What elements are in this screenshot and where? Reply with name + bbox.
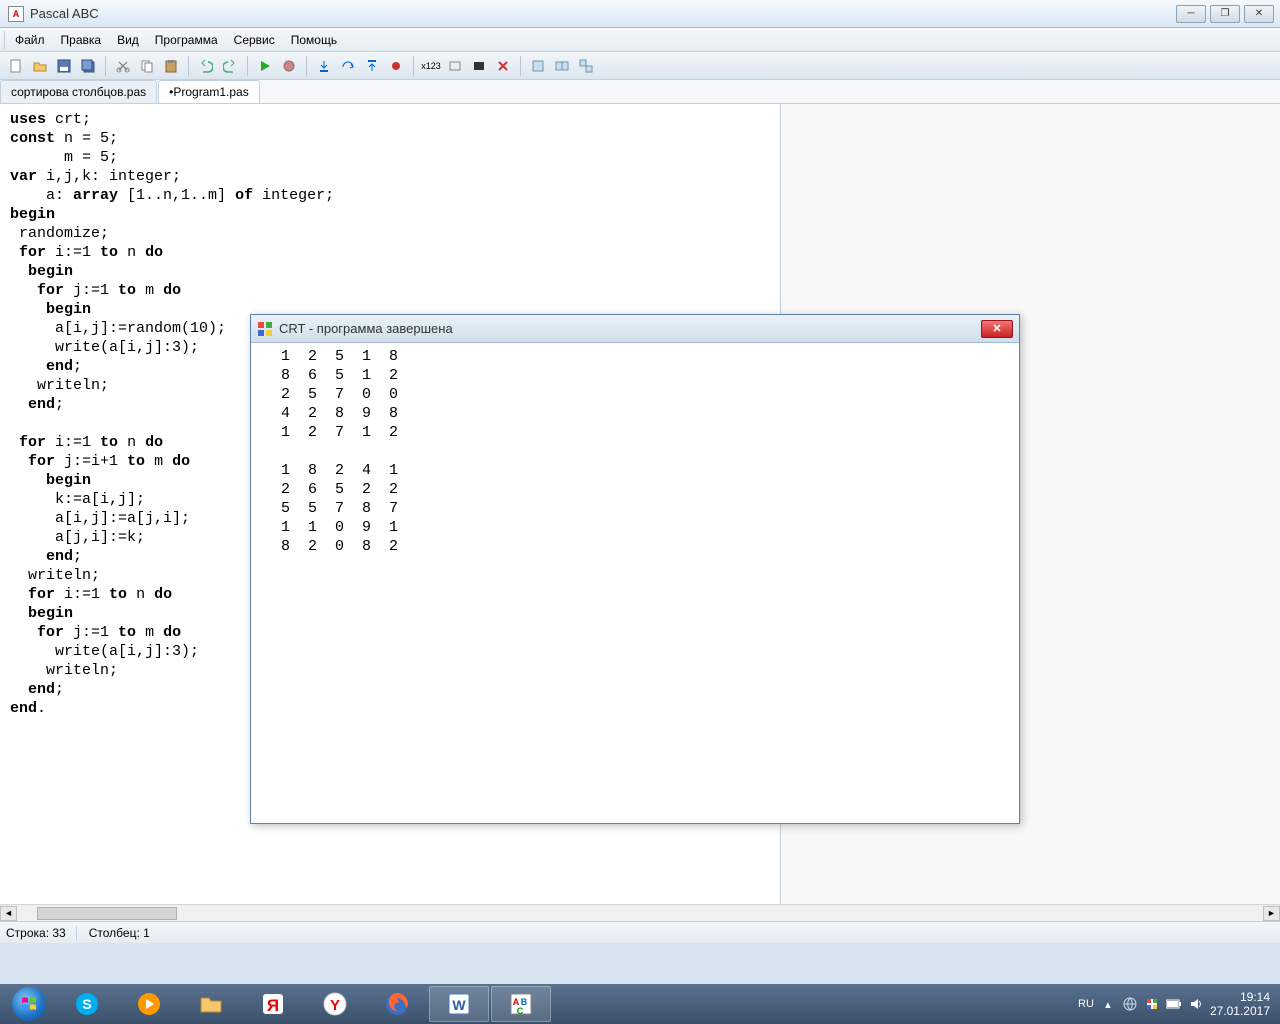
svg-text:W: W <box>452 997 466 1013</box>
save-icon[interactable] <box>54 56 74 76</box>
toggle-output-icon[interactable] <box>445 56 465 76</box>
scroll-right-arrow[interactable]: ► <box>1263 906 1280 921</box>
menu-service[interactable]: Сервис <box>226 30 283 50</box>
status-column: Столбец: 1 <box>89 926 150 940</box>
close-button[interactable]: ✕ <box>1244 5 1274 23</box>
tray-time: 19:14 <box>1210 990 1270 1004</box>
stop-icon[interactable] <box>279 56 299 76</box>
tab-strip: сортирова столбцов.pas •Program1.pas <box>0 80 1280 104</box>
task-firefox[interactable] <box>367 986 427 1022</box>
svg-text:S: S <box>82 996 91 1012</box>
menu-program[interactable]: Программа <box>147 30 226 50</box>
undo-icon[interactable] <box>196 56 216 76</box>
task-skype[interactable]: S <box>57 986 117 1022</box>
start-button[interactable] <box>2 986 56 1022</box>
run-icon[interactable] <box>255 56 275 76</box>
scroll-left-arrow[interactable]: ◄ <box>0 906 17 921</box>
svg-text:Я: Я <box>267 996 279 1015</box>
tray-language[interactable]: RU <box>1078 998 1094 1010</box>
crt-title: CRT - программа завершена <box>279 321 981 336</box>
crt-app-icon <box>257 321 273 337</box>
editor-container: uses crt; const n = 5; m = 5; var i,j,k:… <box>0 104 1280 904</box>
tray-battery-icon[interactable] <box>1166 996 1182 1012</box>
breakpoint-icon[interactable] <box>386 56 406 76</box>
task-yandex-browser[interactable]: Y <box>305 986 365 1022</box>
statusbar: Строка: 33 Столбец: 1 <box>0 921 1280 943</box>
new-file-icon[interactable] <box>6 56 26 76</box>
window2-icon[interactable] <box>552 56 572 76</box>
menu-help[interactable]: Помощь <box>283 30 345 50</box>
taskbar: S Я Y W ABC RU ▴ 19:14 27 <box>0 984 1280 1024</box>
window-title: Pascal ABC <box>30 6 1176 21</box>
tab-file-1[interactable]: сортирова столбцов.pas <box>0 80 157 103</box>
crt-close-button[interactable]: ✕ <box>981 320 1013 338</box>
toggle-watch-icon[interactable]: x123 <box>421 56 441 76</box>
horizontal-scrollbar[interactable]: ◄ ► <box>0 904 1280 921</box>
window1-icon[interactable] <box>528 56 548 76</box>
window3-icon[interactable] <box>576 56 596 76</box>
copy-icon[interactable] <box>137 56 157 76</box>
svg-text:C: C <box>517 1006 524 1016</box>
crt-window: CRT - программа завершена ✕ 1 2 5 1 8 8 … <box>250 314 1020 824</box>
tray-date: 27.01.2017 <box>1210 1004 1270 1018</box>
tray-network-icon[interactable] <box>1122 996 1138 1012</box>
tab-file-2[interactable]: •Program1.pas <box>158 80 260 103</box>
crt-titlebar[interactable]: CRT - программа завершена ✕ <box>251 315 1019 343</box>
menu-edit[interactable]: Правка <box>53 30 110 50</box>
step-over-icon[interactable] <box>338 56 358 76</box>
open-file-icon[interactable] <box>30 56 50 76</box>
tray-clock[interactable]: 19:14 27.01.2017 <box>1210 990 1270 1018</box>
paste-icon[interactable] <box>161 56 181 76</box>
task-word[interactable]: W <box>429 986 489 1022</box>
status-line: Строка: 33 <box>6 926 77 940</box>
tray-chevron-up-icon[interactable]: ▴ <box>1100 996 1116 1012</box>
minimize-button[interactable]: ─ <box>1176 5 1206 23</box>
titlebar: A Pascal ABC ─ ❐ ✕ <box>0 0 1280 28</box>
window-controls: ─ ❐ ✕ <box>1176 5 1278 23</box>
task-pascal-abc[interactable]: ABC <box>491 986 551 1022</box>
menubar: Файл Правка Вид Программа Сервис Помощь <box>0 28 1280 52</box>
task-media-player[interactable] <box>119 986 179 1022</box>
windows-logo-icon <box>12 987 46 1021</box>
task-yandex[interactable]: Я <box>243 986 303 1022</box>
redo-icon[interactable] <box>220 56 240 76</box>
crt-output: 1 2 5 1 8 8 6 5 1 2 2 5 7 0 0 4 2 8 9 8 … <box>251 343 1019 560</box>
step-out-icon[interactable] <box>362 56 382 76</box>
tray-volume-icon[interactable] <box>1188 996 1204 1012</box>
system-tray: RU ▴ 19:14 27.01.2017 <box>1070 990 1278 1018</box>
toolbar: x123 <box>0 52 1280 80</box>
save-all-icon[interactable] <box>78 56 98 76</box>
toggle-console-icon[interactable] <box>469 56 489 76</box>
maximize-button[interactable]: ❐ <box>1210 5 1240 23</box>
menu-file[interactable]: Файл <box>7 30 53 50</box>
scroll-thumb[interactable] <box>37 907 177 920</box>
menu-view[interactable]: Вид <box>109 30 147 50</box>
cut-icon[interactable] <box>113 56 133 76</box>
step-into-icon[interactable] <box>314 56 334 76</box>
task-explorer[interactable] <box>181 986 241 1022</box>
clear-icon[interactable] <box>493 56 513 76</box>
svg-text:Y: Y <box>330 997 340 1014</box>
app-icon: A <box>8 6 24 22</box>
tray-action-center-icon[interactable] <box>1144 996 1160 1012</box>
